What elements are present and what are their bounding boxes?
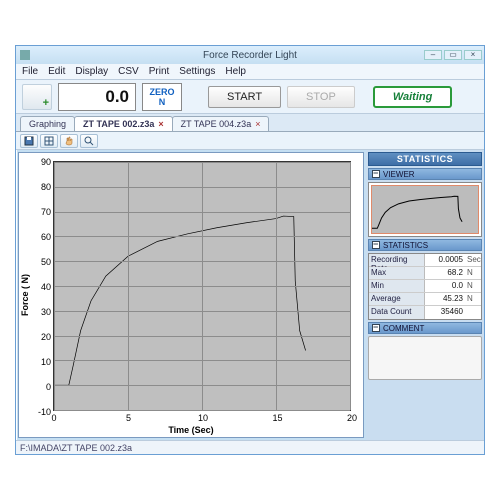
stats-section-header[interactable]: STATISTICS [368, 239, 482, 251]
table-row: Max68.2N [369, 267, 481, 280]
close-icon[interactable]: × [158, 119, 163, 129]
chart-toolbar [16, 132, 484, 150]
x-tick: 20 [347, 413, 357, 423]
toolbar: 0.0 ZERO N START STOP Waiting [16, 80, 484, 114]
zero-unit-box[interactable]: ZERO N [142, 83, 182, 111]
stats-table: Recording Rate0.0005Sec Max68.2N Min0.0N… [368, 253, 482, 320]
status-path: F:\IMADA\ZT TAPE 002.z3a [20, 443, 132, 453]
start-button[interactable]: START [208, 86, 281, 108]
titlebar: Force Recorder Light – ▭ × [16, 46, 484, 64]
maximize-button[interactable]: ▭ [444, 50, 462, 60]
menu-display[interactable]: Display [75, 66, 108, 77]
tab-file-2[interactable]: ZT TAPE 004.z3a× [172, 116, 270, 131]
zoom-icon[interactable] [80, 134, 98, 148]
menu-settings[interactable]: Settings [179, 66, 215, 77]
app-window: Force Recorder Light – ▭ × File Edit Dis… [15, 45, 485, 455]
zero-label: ZERO [149, 87, 174, 97]
y-axis-label: Force ( N) [20, 265, 30, 325]
hand-icon[interactable] [60, 134, 78, 148]
menu-edit[interactable]: Edit [48, 66, 65, 77]
document-tabs: Graphing ZT TAPE 002.z3a× ZT TAPE 004.z3… [16, 114, 484, 132]
app-icon [20, 50, 30, 60]
minimize-button[interactable]: – [424, 50, 442, 60]
x-axis-label: Time (Sec) [168, 425, 213, 435]
disk-icon[interactable] [20, 134, 38, 148]
y-tick: 30 [35, 307, 51, 317]
menu-print[interactable]: Print [149, 66, 170, 77]
y-tick: 20 [35, 332, 51, 342]
y-tick: -10 [35, 407, 51, 417]
viewer-thumbnail[interactable] [368, 182, 482, 237]
statistics-panel-header: STATISTICS [368, 152, 482, 166]
x-tick: 5 [126, 413, 131, 423]
close-button[interactable]: × [464, 50, 482, 60]
table-row: Min0.0N [369, 280, 481, 293]
x-tick: 0 [51, 413, 56, 423]
x-tick: 10 [198, 413, 208, 423]
close-icon[interactable]: × [255, 119, 260, 129]
y-tick: 80 [35, 182, 51, 192]
thumbnail-curve [372, 186, 478, 233]
tab-file-1[interactable]: ZT TAPE 002.z3a× [74, 116, 173, 131]
table-row: Recording Rate0.0005Sec [369, 254, 481, 267]
menu-csv[interactable]: CSV [118, 66, 139, 77]
comment-section-header[interactable]: COMMENT [368, 322, 482, 334]
y-tick: 90 [35, 157, 51, 167]
side-panel: STATISTICS VIEWER STATISTICS Recording R… [366, 150, 484, 440]
y-tick: 10 [35, 357, 51, 367]
y-tick: 0 [35, 382, 51, 392]
menu-file[interactable]: File [22, 66, 38, 77]
menubar: File Edit Display CSV Print Settings Hel… [16, 64, 484, 80]
y-tick: 70 [35, 207, 51, 217]
table-row: Average45.23N [369, 293, 481, 306]
unit-label: N [159, 97, 166, 107]
y-tick: 50 [35, 257, 51, 267]
add-device-button[interactable] [22, 84, 52, 110]
y-tick: 60 [35, 232, 51, 242]
plot-area [53, 161, 351, 411]
y-tick: 40 [35, 282, 51, 292]
tab-graphing[interactable]: Graphing [20, 116, 75, 131]
grid-icon[interactable] [40, 134, 58, 148]
force-readout: 0.0 [58, 83, 136, 111]
x-tick: 15 [272, 413, 282, 423]
chart-area[interactable]: Force ( N) Time (Sec) -10010203040506070… [18, 152, 364, 438]
statusbar: F:\IMADA\ZT TAPE 002.z3a [16, 440, 484, 454]
menu-help[interactable]: Help [225, 66, 246, 77]
window-title: Force Recorder Light [203, 50, 297, 61]
status-indicator: Waiting [373, 86, 453, 108]
stop-button[interactable]: STOP [287, 86, 355, 108]
comment-input[interactable] [368, 336, 482, 380]
table-row: Data Count35460 [369, 306, 481, 319]
viewer-section-header[interactable]: VIEWER [368, 168, 482, 180]
